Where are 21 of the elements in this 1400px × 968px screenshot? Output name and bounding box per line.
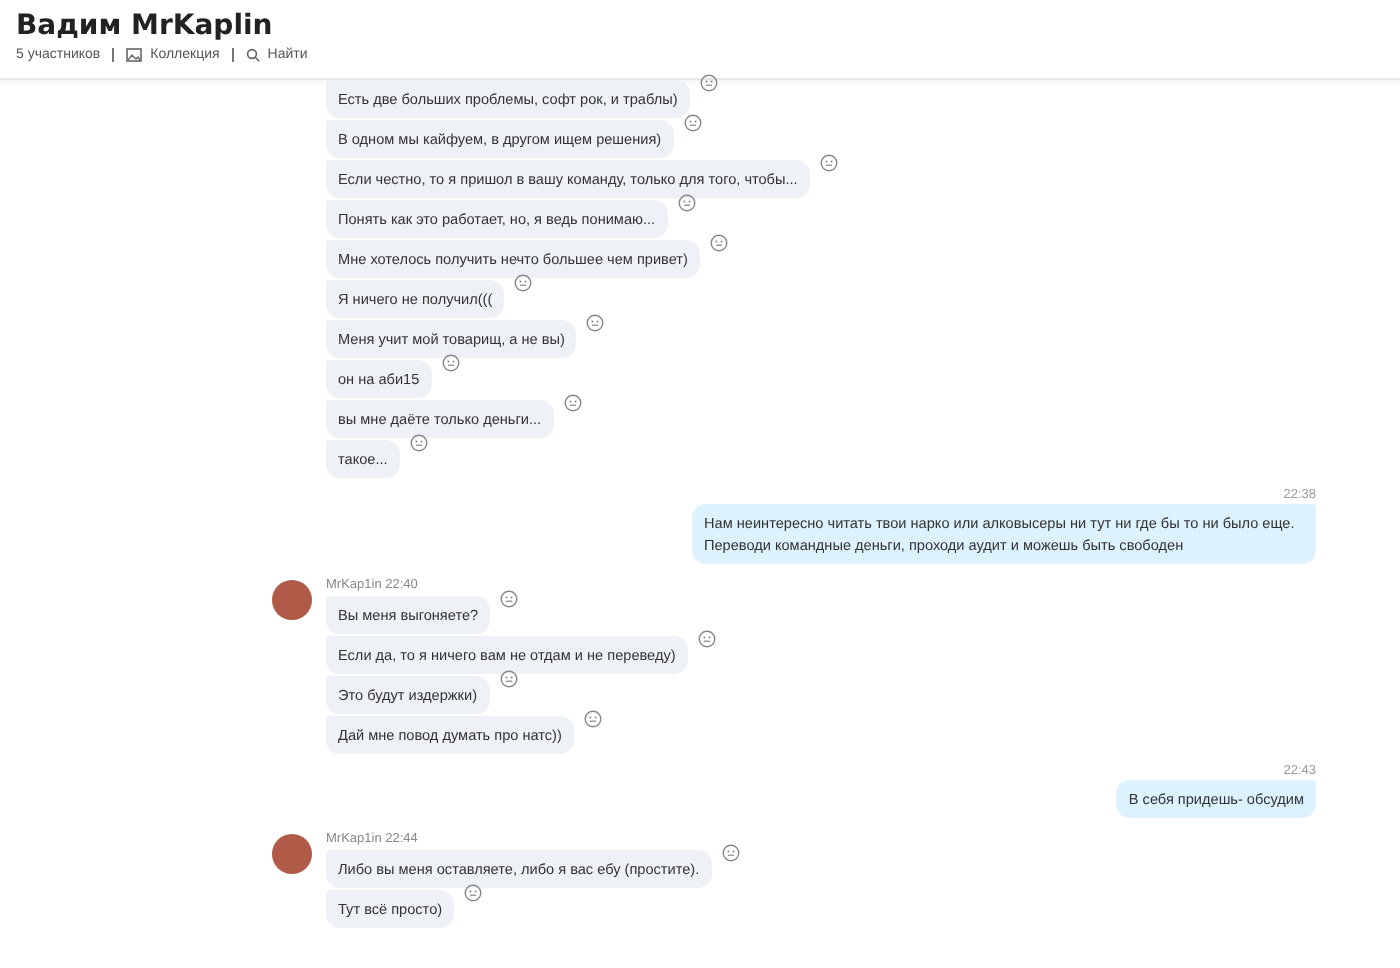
emoji-icon[interactable] bbox=[514, 274, 533, 292]
avatar[interactable] bbox=[272, 834, 312, 874]
emoji-icon[interactable] bbox=[699, 74, 718, 92]
emoji-icon[interactable] bbox=[721, 844, 740, 862]
search-icon bbox=[245, 48, 260, 62]
avatar[interactable] bbox=[272, 580, 312, 620]
emoji-icon[interactable] bbox=[441, 354, 460, 372]
emoji-icon[interactable] bbox=[499, 670, 518, 688]
emoji-icon[interactable] bbox=[683, 114, 702, 132]
emoji-icon[interactable] bbox=[464, 884, 483, 902]
emoji-icon[interactable] bbox=[563, 394, 582, 412]
emoji-icon[interactable] bbox=[709, 234, 728, 252]
gallery-icon bbox=[126, 48, 143, 62]
emoji-icon[interactable] bbox=[500, 590, 519, 608]
emoji-icon[interactable] bbox=[677, 194, 696, 212]
chat-title: Вадим MrKaplin bbox=[16, 10, 275, 42]
emoji-icon[interactable] bbox=[583, 710, 602, 728]
emoji-icon[interactable] bbox=[697, 630, 716, 648]
emoji-icon[interactable] bbox=[409, 434, 428, 452]
emoji-icon[interactable] bbox=[819, 154, 838, 172]
emoji-icon[interactable] bbox=[586, 314, 605, 332]
